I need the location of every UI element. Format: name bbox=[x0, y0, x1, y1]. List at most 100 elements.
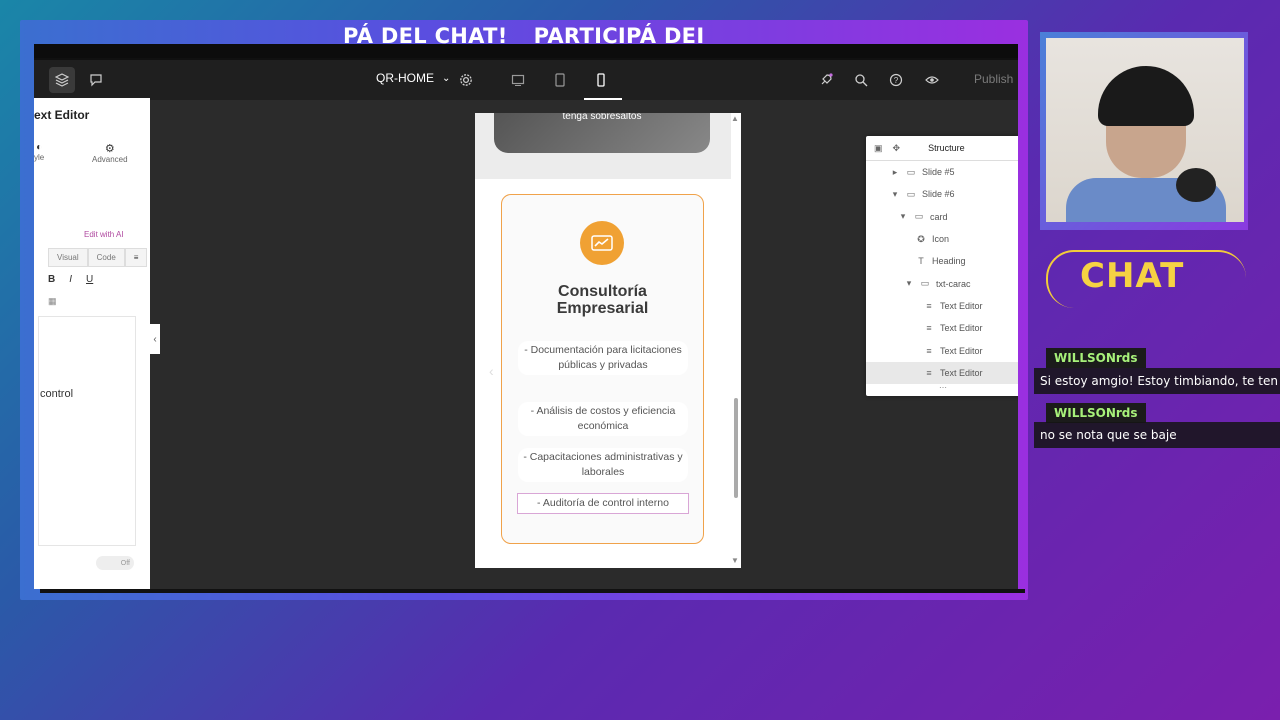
preview-scrollbar[interactable] bbox=[734, 398, 738, 498]
search-icon[interactable] bbox=[848, 67, 874, 93]
structure-row-text-editor[interactable]: ≡ Text Editor bbox=[866, 317, 1018, 339]
editor-mode-tabs: Visual Code ≡ bbox=[48, 248, 148, 267]
mobile-preview-canvas: tenga sobresaltos Consultoría Empresaria… bbox=[475, 113, 741, 568]
tab-style[interactable]: ◐ yle bbox=[34, 142, 44, 162]
mobile-icon[interactable] bbox=[588, 67, 614, 93]
bold-button[interactable]: B bbox=[48, 274, 55, 285]
edit-with-ai-button[interactable]: Edit with AI bbox=[84, 230, 124, 239]
service-item-selected[interactable]: - Auditoría de control interno bbox=[517, 493, 689, 514]
structure-row-slide-5[interactable]: ▸ ▭ Slide #5 bbox=[866, 161, 1018, 183]
eye-icon[interactable] bbox=[919, 67, 945, 93]
visual-tab[interactable]: Visual bbox=[48, 248, 88, 267]
code-tab[interactable]: Code bbox=[87, 248, 125, 267]
caret-down-icon[interactable]: ▾ bbox=[898, 211, 908, 222]
editor-content-text: control bbox=[40, 388, 74, 400]
service-item[interactable]: - Documentación para licitaciones públic… bbox=[518, 341, 688, 375]
tab-advanced[interactable]: ⚙ Advanced bbox=[92, 142, 128, 164]
chart-line-icon bbox=[580, 221, 624, 265]
comments-icon[interactable] bbox=[83, 67, 109, 93]
structure-row-label: txt-carac bbox=[936, 278, 971, 289]
active-device-indicator bbox=[584, 98, 622, 100]
structure-row-label: Text Editor bbox=[940, 300, 983, 311]
text-editor-icon: ≡ bbox=[926, 345, 932, 356]
heading-icon: T bbox=[918, 256, 924, 267]
screen-bottom-edge bbox=[40, 589, 1025, 593]
desktop-icon[interactable] bbox=[505, 67, 531, 93]
text-editor-icon: ≡ bbox=[926, 323, 932, 334]
structure-row-text-editor[interactable]: ≡ Text Editor bbox=[866, 339, 1018, 361]
rocket-icon[interactable] bbox=[813, 67, 839, 93]
move-icon[interactable]: ✥ bbox=[893, 143, 901, 154]
responsive-toggle[interactable]: Off bbox=[96, 556, 134, 570]
container-icon: ▭ bbox=[920, 278, 930, 289]
page-selector[interactable]: QR-HOME ⌄ bbox=[376, 71, 450, 85]
structure-row-text-editor[interactable]: ≡ Text Editor bbox=[866, 295, 1018, 317]
chat-message: Si estoy amgio! Estoy timbiando, te ten bbox=[1034, 368, 1280, 394]
help-icon[interactable]: ? bbox=[883, 67, 909, 93]
toggle-label: Off bbox=[120, 559, 130, 567]
page-name: QR-HOME bbox=[376, 71, 434, 85]
structure-row-text-editor-selected[interactable]: ≡ Text Editor bbox=[866, 361, 1018, 384]
keyboard-icon[interactable]: ▦ bbox=[48, 296, 57, 307]
structure-row-label: Icon bbox=[932, 234, 950, 245]
top-strip bbox=[34, 44, 1018, 58]
collapse-panel-icon[interactable]: ‹ bbox=[150, 324, 160, 354]
previous-section: tenga sobresaltos bbox=[475, 113, 731, 179]
tab-style-label: yle bbox=[34, 153, 45, 162]
caret-down-icon[interactable]: ▾ bbox=[890, 189, 900, 200]
layers-icon[interactable] bbox=[49, 67, 75, 93]
caret-right-icon[interactable]: ▸ bbox=[890, 167, 900, 178]
structure-row-slide-6[interactable]: ▾ ▭ Slide #6 bbox=[866, 183, 1018, 205]
toolbar-toggle-icon[interactable]: ≡ bbox=[124, 248, 148, 267]
structure-row-txt-carac[interactable]: ▾ ▭ txt-carac bbox=[866, 272, 1018, 294]
structure-title: Structure bbox=[928, 143, 965, 153]
structure-row-label: Text Editor bbox=[940, 345, 983, 356]
structure-panel: ▣ ✥ Structure ▸ ▭ Slide #5 ▾ ▭ Slide #6 … bbox=[866, 136, 1018, 396]
style-icon: ◐ bbox=[36, 142, 43, 153]
scroll-down-arrow-icon[interactable]: ▼ bbox=[731, 556, 739, 565]
structure-header: ▣ ✥ Structure bbox=[866, 136, 1018, 161]
publish-button[interactable]: Publish bbox=[974, 72, 1013, 86]
editor-topbar: QR-HOME ⌄ ? Publish bbox=[34, 44, 1018, 100]
text-editor-icon: ≡ bbox=[926, 367, 932, 378]
card-heading[interactable]: Consultoría Empresarial bbox=[502, 283, 703, 317]
widget-settings-panel: ext Editor ◐ yle ⚙ Advanced Edit with AI… bbox=[34, 98, 150, 589]
italic-button[interactable]: I bbox=[69, 274, 72, 285]
structure-row-label: Heading bbox=[932, 256, 966, 267]
slide-caption: tenga sobresaltos bbox=[562, 113, 642, 122]
structure-row-label: card bbox=[930, 211, 948, 222]
structure-row-heading[interactable]: T Heading bbox=[866, 250, 1018, 272]
underline-button[interactable]: U bbox=[86, 274, 93, 285]
chat-username: WILLSONrds bbox=[1046, 403, 1146, 423]
structure-row-label: Text Editor bbox=[940, 367, 983, 378]
panel-title: ext Editor bbox=[34, 108, 90, 122]
caret-down-icon[interactable]: ▾ bbox=[904, 278, 914, 289]
collapse-icon[interactable]: ▣ bbox=[874, 143, 883, 154]
resize-handle-icon[interactable]: ⋯ bbox=[866, 383, 1018, 392]
container-icon: ▭ bbox=[906, 166, 916, 177]
service-item[interactable]: - Análisis de costos y eficiencia económ… bbox=[518, 402, 688, 436]
card-heading-line1: Consultoría bbox=[558, 283, 647, 300]
structure-row-label: Slide #5 bbox=[922, 167, 955, 178]
service-item[interactable]: - Capacitaciones administrativas y labor… bbox=[518, 448, 688, 482]
structure-row-icon[interactable]: ✪ Icon bbox=[866, 228, 1018, 250]
chevron-down-icon: ⌄ bbox=[442, 72, 451, 84]
tab-advanced-label: Advanced bbox=[92, 155, 128, 164]
star-icon: ✪ bbox=[917, 233, 925, 244]
tablet-icon[interactable] bbox=[547, 67, 573, 93]
chat-logo: CHAT bbox=[1080, 256, 1185, 296]
structure-row-card[interactable]: ▾ ▭ card bbox=[866, 206, 1018, 228]
slider-prev-arrow-icon[interactable]: ‹ bbox=[489, 363, 494, 379]
scroll-up-arrow-icon[interactable]: ▲ bbox=[731, 114, 739, 123]
streamer-hair bbox=[1098, 66, 1194, 126]
gear-icon: ⚙ bbox=[104, 143, 115, 155]
chat-message: no se nota que se baje bbox=[1034, 422, 1280, 448]
format-toolbar: B I U bbox=[48, 274, 93, 285]
elementor-editor-screen: QR-HOME ⌄ ? Publish ext Editor ◐ yle ⚙ A… bbox=[34, 44, 1018, 589]
structure-row-label: Text Editor bbox=[940, 323, 983, 334]
settings-icon[interactable] bbox=[453, 67, 479, 93]
service-card[interactable]: Consultoría Empresarial - Documentación … bbox=[501, 194, 704, 544]
text-editor-area[interactable] bbox=[38, 316, 136, 546]
text-editor-icon: ≡ bbox=[926, 300, 932, 311]
structure-row-label: Slide #6 bbox=[922, 189, 955, 200]
